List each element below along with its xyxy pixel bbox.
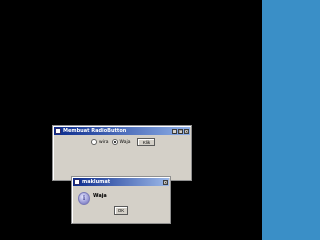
- radio-waja-label: Waja: [119, 139, 131, 145]
- radio-option-wira[interactable]: wira: [91, 139, 109, 145]
- klik-button[interactable]: Klik: [137, 138, 156, 146]
- close-button[interactable]: ×: [184, 128, 189, 134]
- radio-option-waja[interactable]: Waja: [111, 139, 131, 145]
- radio-group: wira Waja Klik: [91, 138, 156, 146]
- information-icon: i: [78, 192, 90, 205]
- minimize-button[interactable]: _: [172, 128, 177, 134]
- maximize-button[interactable]: □: [178, 128, 183, 134]
- main-window-titlebar[interactable]: Membuat RadioButton _ □ ×: [54, 127, 190, 135]
- radio-waja-indicator[interactable]: [111, 139, 118, 145]
- main-window-title: Membuat RadioButton: [63, 128, 127, 134]
- dialog-title: maklumat: [82, 179, 111, 185]
- dialog-app-icon: [74, 179, 80, 185]
- app-icon: [55, 128, 61, 134]
- dialog-titlebar[interactable]: maklumat ×: [73, 178, 169, 186]
- side-panel: [262, 0, 320, 240]
- dialog-close-button[interactable]: ×: [163, 179, 168, 185]
- dialog-message: Waja: [93, 193, 107, 199]
- radio-wira-label: wira: [99, 139, 109, 145]
- ok-button[interactable]: OK: [114, 206, 128, 215]
- radio-wira-indicator[interactable]: [91, 139, 97, 145]
- main-window: Membuat RadioButton _ □ × wira Waja Klik: [52, 125, 192, 181]
- message-dialog: maklumat × i Waja OK: [71, 176, 171, 224]
